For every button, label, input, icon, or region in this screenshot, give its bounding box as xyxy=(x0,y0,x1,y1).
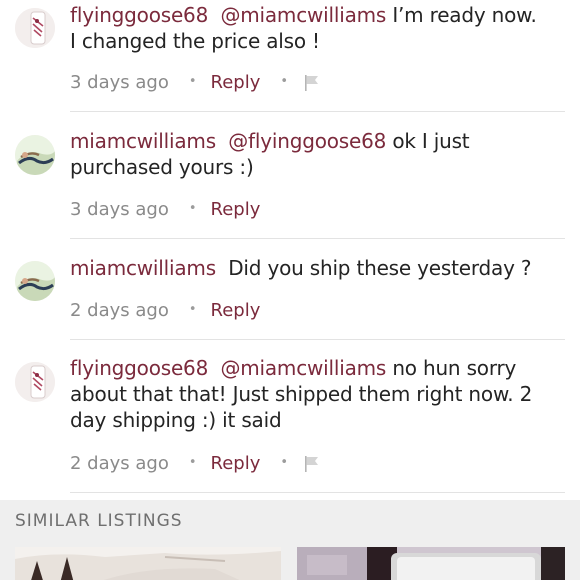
comment-mention[interactable]: @miamcwilliams xyxy=(220,356,386,380)
comment-timestamp: 2 days ago xyxy=(70,300,169,321)
avatar-icon xyxy=(15,8,55,48)
user-avatar[interactable] xyxy=(15,362,55,402)
reply-button[interactable]: Reply xyxy=(211,449,261,479)
separator-dot: • xyxy=(188,455,197,470)
comment-body: miamcwilliams @flyinggoose68 ok I just p… xyxy=(70,128,546,180)
flag-icon[interactable] xyxy=(302,73,322,103)
separator-dot: • xyxy=(188,201,197,216)
reply-button[interactable]: Reply xyxy=(211,68,261,98)
avatar-icon xyxy=(15,362,55,402)
user-avatar[interactable] xyxy=(15,135,55,175)
separator-dot: • xyxy=(280,74,289,89)
comment-username[interactable]: flyinggoose68 xyxy=(70,356,208,380)
avatar-icon xyxy=(15,261,55,301)
comment-username[interactable]: miamcwilliams xyxy=(70,129,216,153)
comment-mention[interactable]: @flyinggoose68 xyxy=(228,129,386,153)
comment-body: flyinggoose68 @miamcwilliams I’m ready n… xyxy=(70,2,546,54)
similar-listings-title: SIMILAR LISTINGS xyxy=(15,511,183,531)
comment-meta: 2 days ago • Reply xyxy=(70,296,260,326)
comment-divider xyxy=(70,492,565,493)
comments-page: flyinggoose68 @miamcwilliams I’m ready n… xyxy=(0,0,580,580)
comment-username[interactable]: flyinggoose68 xyxy=(70,3,208,27)
comment-meta: 3 days ago • Reply • xyxy=(70,68,322,98)
separator-dot: • xyxy=(280,455,289,470)
separator-dot: • xyxy=(188,302,197,317)
comment-timestamp: 2 days ago xyxy=(70,453,169,474)
comment-body: miamcwilliams Did you ship these yesterd… xyxy=(70,255,546,281)
comment-divider xyxy=(70,339,565,340)
comment-timestamp: 3 days ago xyxy=(70,72,169,93)
comment-text: Did you ship these yesterday ? xyxy=(215,256,532,280)
comment-mention[interactable]: @miamcwilliams xyxy=(220,3,386,27)
separator-dot: • xyxy=(188,74,197,89)
flag-icon[interactable] xyxy=(302,454,322,484)
user-avatar[interactable] xyxy=(15,8,55,48)
listing-thumbnail[interactable] xyxy=(297,547,565,580)
comment-timestamp: 3 days ago xyxy=(70,199,169,220)
comment-username[interactable]: miamcwilliams xyxy=(70,256,216,280)
reply-button[interactable]: Reply xyxy=(211,296,261,326)
avatar-icon xyxy=(15,135,55,175)
comment-divider xyxy=(70,111,565,112)
comment-body: flyinggoose68 @miamcwilliams no hun sorr… xyxy=(70,355,546,433)
comment-meta: 2 days ago • Reply • xyxy=(70,449,322,479)
listing-thumbnail[interactable] xyxy=(15,547,281,580)
reply-button[interactable]: Reply xyxy=(211,195,261,225)
comment-meta: 3 days ago • Reply xyxy=(70,195,260,225)
user-avatar[interactable] xyxy=(15,261,55,301)
comment-divider xyxy=(70,238,565,239)
similar-listings-section: SIMILAR LISTINGS xyxy=(0,500,580,580)
